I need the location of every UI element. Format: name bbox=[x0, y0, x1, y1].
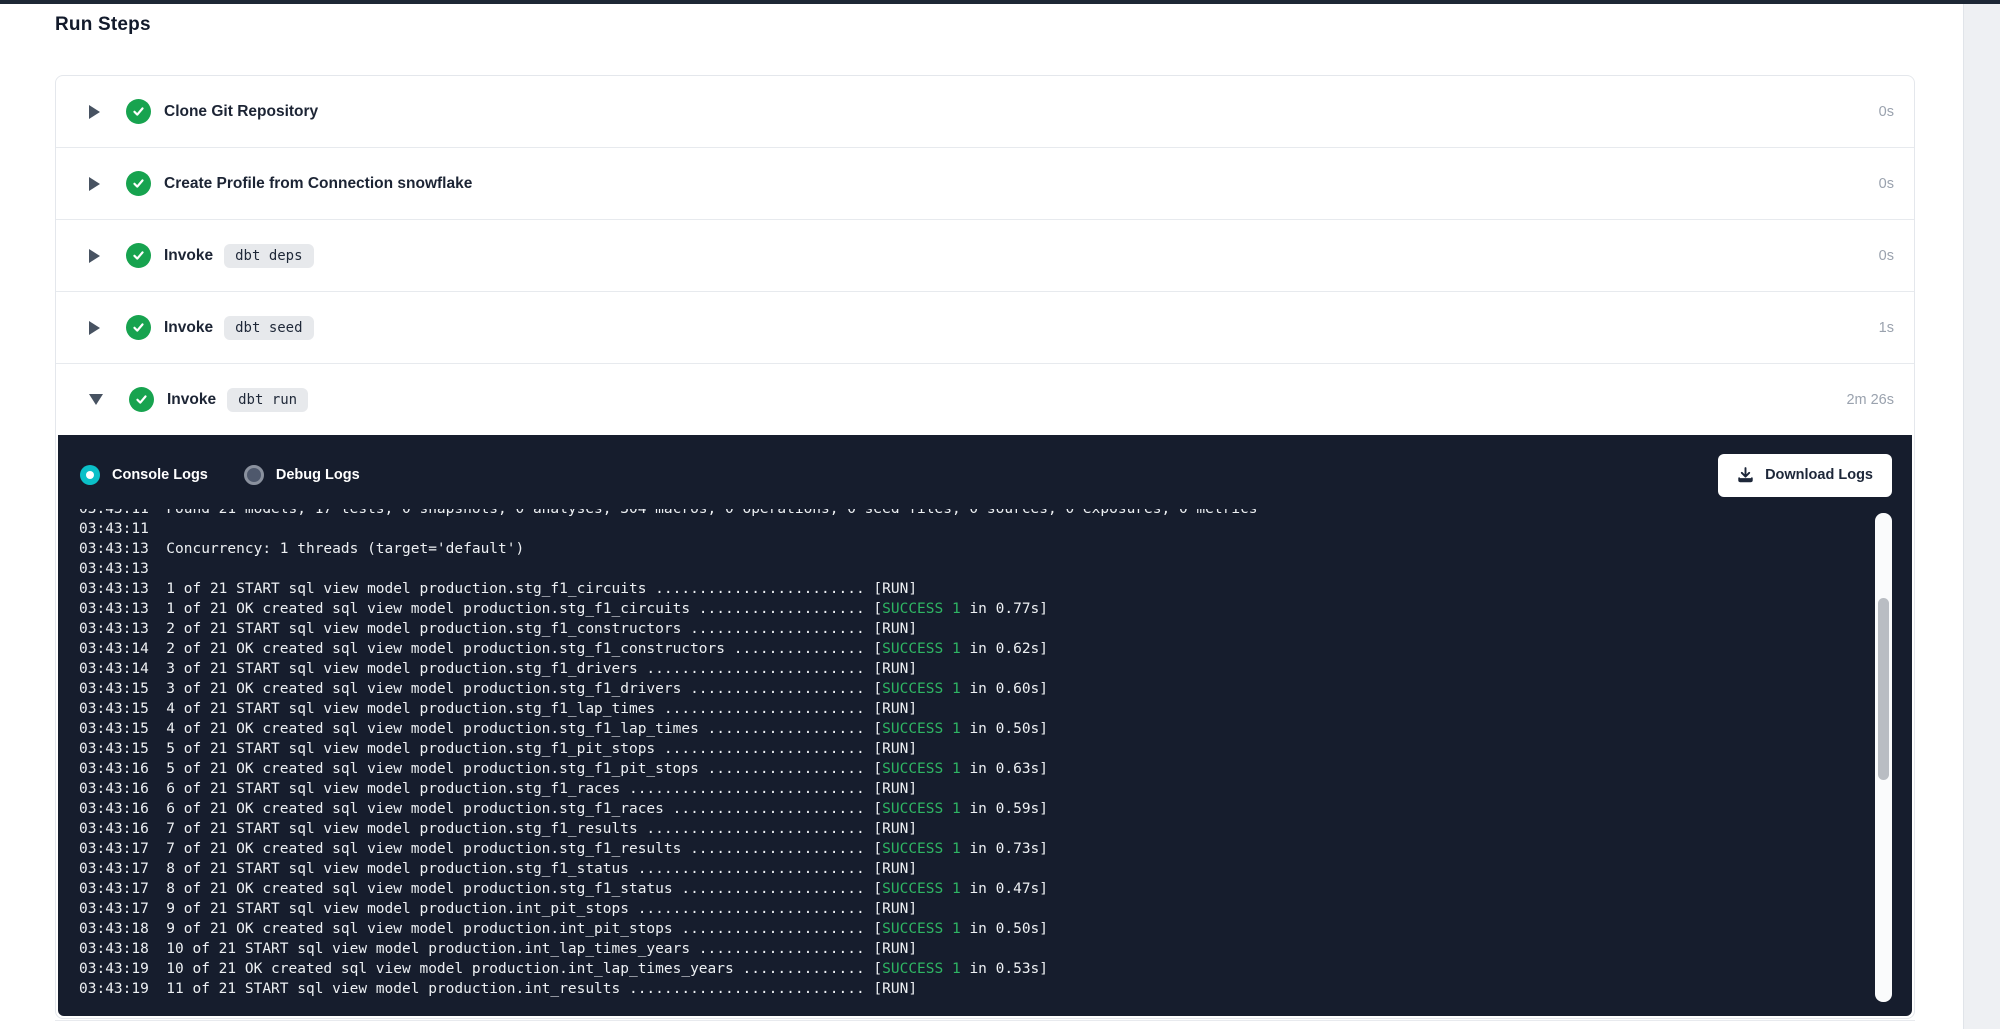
success-check-icon bbox=[126, 243, 151, 268]
log-line: 03:43:14 3 of 21 START sql view model pr… bbox=[79, 659, 1912, 679]
log-line: 03:43:13 1 of 21 OK created sql view mod… bbox=[79, 599, 1912, 619]
log-line: 03:43:17 7 of 21 OK created sql view mod… bbox=[79, 839, 1912, 859]
log-line: 03:43:19 11 of 21 START sql view model p… bbox=[79, 979, 1912, 999]
log-line: 03:43:14 2 of 21 OK created sql view mod… bbox=[79, 639, 1912, 659]
radio-debug-logs[interactable]: Debug Logs bbox=[244, 465, 360, 485]
success-check-icon bbox=[126, 99, 151, 124]
log-line: 03:43:18 10 of 21 START sql view model p… bbox=[79, 939, 1912, 959]
chevron-right-icon bbox=[89, 177, 100, 191]
log-panel-header: Console Logs Debug Logs Download Logs bbox=[58, 435, 1912, 515]
step-row-3[interactable]: Invoke dbt seed 1s bbox=[56, 291, 1914, 363]
console-log-output[interactable]: 03:43:11 Found 21 models, 17 tests, 0 sn… bbox=[58, 509, 1912, 1016]
log-line: 03:43:16 7 of 21 START sql view model pr… bbox=[79, 819, 1912, 839]
step-duration: 1s bbox=[1879, 320, 1894, 336]
chevron-down-icon bbox=[89, 394, 103, 405]
step-row-4[interactable]: Invoke dbt run 2m 26s bbox=[56, 363, 1914, 435]
radio-selected-icon[interactable] bbox=[80, 465, 100, 485]
step-row-2[interactable]: Invoke dbt deps 0s bbox=[56, 219, 1914, 291]
log-line: 03:43:16 5 of 21 OK created sql view mod… bbox=[79, 759, 1912, 779]
command-badge: dbt seed bbox=[224, 316, 313, 340]
success-check-icon bbox=[129, 387, 154, 412]
step-label: Invoke bbox=[164, 319, 213, 337]
chevron-right-icon bbox=[89, 249, 100, 263]
log-line: 03:43:17 8 of 21 START sql view model pr… bbox=[79, 859, 1912, 879]
success-check-icon bbox=[126, 171, 151, 196]
command-badge: dbt run bbox=[227, 388, 308, 412]
download-logs-label: Download Logs bbox=[1765, 467, 1873, 483]
log-line: 03:43:11 Found 21 models, 17 tests, 0 sn… bbox=[79, 509, 1912, 519]
radio-label: Debug Logs bbox=[276, 467, 360, 483]
page-title: Run Steps bbox=[55, 14, 151, 36]
radio-console-logs[interactable]: Console Logs bbox=[80, 465, 208, 485]
log-line: 03:43:15 5 of 21 START sql view model pr… bbox=[79, 739, 1912, 759]
top-navbar-edge bbox=[0, 0, 2000, 4]
step-duration: 0s bbox=[1879, 176, 1894, 192]
log-line: 03:43:17 8 of 21 OK created sql view mod… bbox=[79, 879, 1912, 899]
log-line: 03:43:13 1 of 21 START sql view model pr… bbox=[79, 579, 1912, 599]
log-line: 03:43:16 6 of 21 OK created sql view mod… bbox=[79, 799, 1912, 819]
step-label: Create Profile from Connection snowflake bbox=[164, 175, 472, 193]
log-line: 03:43:11 bbox=[79, 519, 1912, 539]
log-line: 03:43:15 4 of 21 OK created sql view mod… bbox=[79, 719, 1912, 739]
step-duration: 0s bbox=[1879, 104, 1894, 120]
download-logs-button[interactable]: Download Logs bbox=[1718, 454, 1892, 497]
log-panel: Console Logs Debug Logs Download Logs 03:… bbox=[58, 435, 1912, 1016]
log-line: 03:43:17 9 of 21 START sql view model pr… bbox=[79, 899, 1912, 919]
success-check-icon bbox=[126, 315, 151, 340]
radio-label: Console Logs bbox=[112, 467, 208, 483]
run-steps-page: Run Steps Clone Git Repository0sCreate P… bbox=[0, 0, 2000, 1029]
step-label: Invoke bbox=[164, 247, 213, 265]
log-line: 03:43:19 10 of 21 OK created sql view mo… bbox=[79, 959, 1912, 979]
step-label: Clone Git Repository bbox=[164, 103, 318, 121]
log-line: 03:43:15 3 of 21 OK created sql view mod… bbox=[79, 679, 1912, 699]
log-line: 03:43:13 Concurrency: 1 threads (target=… bbox=[79, 539, 1912, 559]
log-scrollbar-thumb[interactable] bbox=[1878, 598, 1889, 780]
log-line: 03:43:15 4 of 21 START sql view model pr… bbox=[79, 699, 1912, 719]
next-section-edge bbox=[55, 1020, 1915, 1021]
chevron-right-icon bbox=[89, 321, 100, 335]
step-duration: 0s bbox=[1879, 248, 1894, 264]
log-lines: 03:43:11 Found 21 models, 17 tests, 0 sn… bbox=[79, 509, 1912, 999]
log-line: 03:43:13 2 of 21 START sql view model pr… bbox=[79, 619, 1912, 639]
step-row-0[interactable]: Clone Git Repository 0s bbox=[56, 76, 1914, 147]
log-line: 03:43:18 9 of 21 OK created sql view mod… bbox=[79, 919, 1912, 939]
command-badge: dbt deps bbox=[224, 244, 313, 268]
run-steps-list: Clone Git Repository0sCreate Profile fro… bbox=[55, 75, 1915, 1019]
log-scrollbar-track[interactable] bbox=[1875, 513, 1892, 1002]
log-line: 03:43:16 6 of 21 START sql view model pr… bbox=[79, 779, 1912, 799]
step-row-1[interactable]: Create Profile from Connection snowflake… bbox=[56, 147, 1914, 219]
right-gutter bbox=[1963, 4, 2000, 1029]
download-icon bbox=[1737, 467, 1754, 484]
chevron-right-icon bbox=[89, 105, 100, 119]
step-duration: 2m 26s bbox=[1846, 392, 1894, 408]
step-label: Invoke bbox=[167, 391, 216, 409]
log-type-radio-group: Console Logs Debug Logs bbox=[80, 465, 360, 485]
log-line: 03:43:13 bbox=[79, 559, 1912, 579]
radio-unselected-icon[interactable] bbox=[244, 465, 264, 485]
